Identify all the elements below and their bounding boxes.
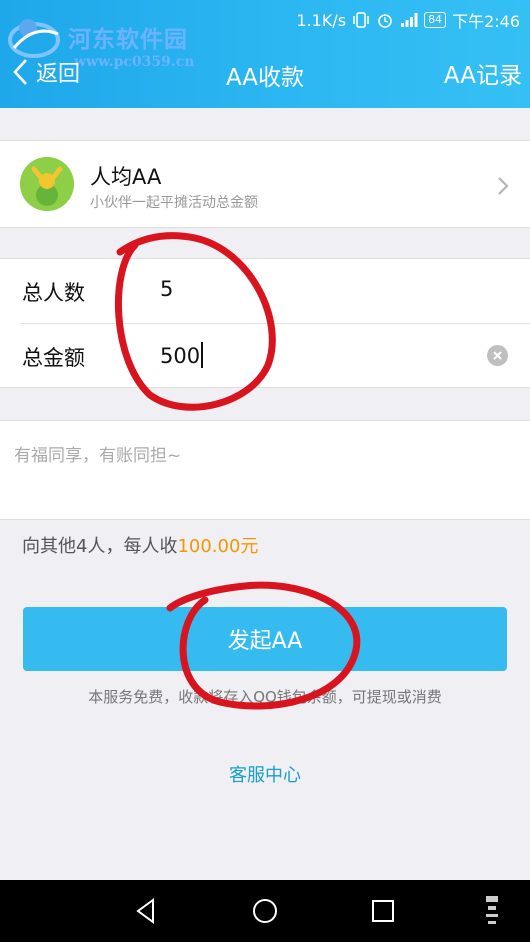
home-circle-icon[interactable] (250, 896, 280, 926)
status-bar: 河东软件园 www.pc0359.cn 1.1K/s 84 下午2:46 (0, 0, 530, 70)
battery-indicator: 84 (424, 12, 447, 28)
total-amount-label: 总金额 (22, 346, 85, 370)
start-aa-button[interactable]: 发起AA (23, 607, 507, 671)
aa-type-title: 人均AA (90, 165, 162, 189)
total-amount-value: 500 (160, 344, 201, 368)
per-person-summary: 向其他4人，每人收100.00元 (22, 532, 258, 558)
network-speed: 1.1K/s (296, 10, 347, 30)
per-person-amount: 100.00元 (177, 536, 259, 557)
status-time: 下午2:46 (452, 12, 520, 31)
status-icons: 1.1K/s 84 下午2:46 (296, 8, 520, 32)
app-header: 河东软件园 www.pc0359.cn 1.1K/s 84 下午2:46 返回 … (0, 0, 530, 108)
vibrate-icon (353, 12, 369, 28)
chevron-right-icon (498, 177, 509, 195)
back-triangle-icon[interactable] (131, 896, 161, 926)
aa-type-subtitle: 小伙伴一起平摊活动总金额 (90, 195, 258, 211)
customer-service-link[interactable]: 客服中心 (0, 761, 530, 787)
total-amount-input[interactable]: 500 (160, 342, 240, 368)
service-note: 本服务免费，收款将存入QQ钱包余额，可提现或消费 (88, 688, 442, 706)
notification-toggle-icon[interactable] (482, 894, 502, 928)
summary-text: 向其他4人，每人收 (22, 536, 178, 557)
aa-type-selector[interactable]: 人均AA 小伙伴一起平摊活动总金额 (0, 140, 530, 228)
aa-records-button[interactable]: AA记录 (444, 56, 522, 90)
recent-apps-icon[interactable] (368, 896, 398, 926)
system-navigation-bar (0, 880, 530, 942)
signal-icon (401, 13, 418, 27)
aa-avatar-icon (20, 157, 74, 211)
start-aa-label: 发起AA (227, 629, 303, 654)
note-placeholder: 有福同享，有账同担~ (14, 446, 182, 466)
people-count-label: 总人数 (22, 281, 85, 305)
alarm-icon (378, 14, 392, 28)
clear-input-button[interactable] (487, 345, 508, 366)
text-cursor (201, 342, 204, 368)
aa-form: 总人数 5 总金额 500 (0, 258, 530, 388)
nav-bar: 返回 AA收款 AA记录 (0, 44, 530, 102)
total-amount-row: 总金额 500 (0, 324, 530, 388)
note-field[interactable]: 有福同享，有账同担~ (0, 420, 530, 520)
people-count-input[interactable]: 5 (160, 277, 240, 301)
people-count-row: 总人数 5 (0, 259, 530, 324)
close-icon (493, 351, 502, 360)
